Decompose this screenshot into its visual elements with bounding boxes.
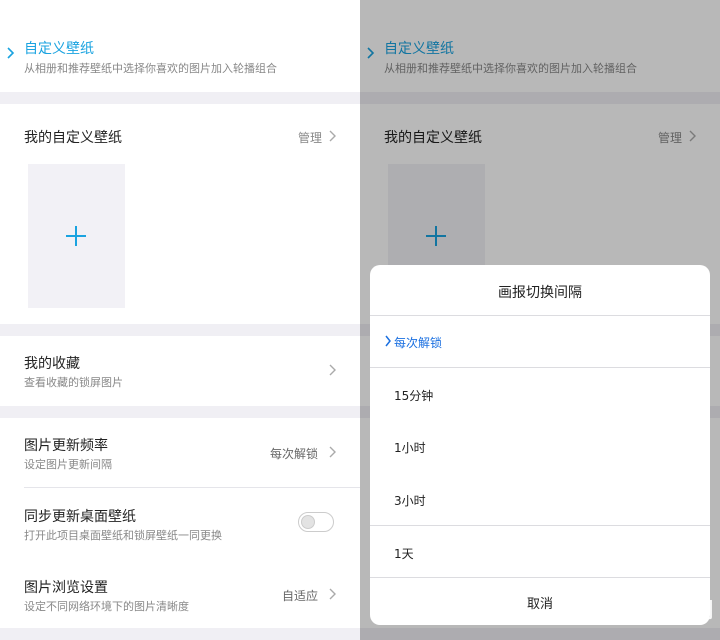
dialog-divider [370, 367, 710, 368]
update-frequency-value: 每次解锁 [269, 447, 318, 461]
dialog-divider [370, 315, 710, 316]
option-15-minutes[interactable]: 15分钟 [394, 387, 433, 404]
sync-desktop-toggle[interactable] [298, 512, 334, 532]
dialog-title: 画报切换间隔 [498, 285, 582, 301]
option-1-hour[interactable]: 1小时 [394, 439, 426, 456]
row-divider [24, 487, 360, 488]
browse-settings-subtitle: 设定不同网络环境下的图片清晰度 [24, 600, 189, 613]
my-wallpapers-title: 我的自定义壁纸 [24, 130, 122, 146]
update-frequency-subtitle: 设定图片更新间隔 [24, 458, 112, 471]
favorites-title: 我的收藏 [24, 356, 80, 372]
chevron-right-icon [7, 47, 15, 59]
custom-wallpaper-card[interactable]: 自定义壁纸 从相册和推荐壁纸中选择你喜欢的图片加入轮播组合 [0, 0, 360, 92]
add-wallpaper-tile[interactable] [28, 164, 125, 308]
sync-desktop-title: 同步更新桌面壁纸 [24, 509, 136, 525]
browse-settings-value: 自适应 [281, 589, 318, 603]
custom-wallpaper-subtitle: 从相册和推荐壁纸中选择你喜欢的图片加入轮播组合 [24, 62, 277, 75]
plus-icon [66, 226, 86, 246]
settings-panel-left: 自定义壁纸 从相册和推荐壁纸中选择你喜欢的图片加入轮播组合 我的自定义壁纸 管理… [0, 0, 360, 640]
chevron-right-icon [385, 335, 391, 347]
chevron-right-icon [329, 588, 336, 600]
favorites-row[interactable]: 我的收藏 查看收藏的锁屏图片 [0, 336, 360, 406]
chevron-right-icon [329, 130, 336, 142]
chevron-right-icon [329, 446, 336, 458]
interval-dialog: 画报切换间隔 每次解锁 15分钟 1小时 3小时 1天 取消 [370, 265, 710, 625]
option-every-unlock[interactable]: 每次解锁 [394, 334, 442, 351]
dialog-divider [370, 525, 710, 526]
sync-desktop-subtitle: 打开此项目桌面壁纸和锁屏壁纸一同更换 [24, 529, 222, 542]
custom-wallpaper-title: 自定义壁纸 [24, 41, 94, 57]
watermark-logo: 新浪众测 [630, 598, 714, 622]
dialog-divider [370, 577, 710, 578]
favorites-subtitle: 查看收藏的锁屏图片 [24, 376, 123, 389]
my-wallpapers-card: 我的自定义壁纸 管理 [0, 104, 360, 324]
browse-settings-title: 图片浏览设置 [24, 580, 108, 596]
option-1-day[interactable]: 1天 [394, 545, 414, 562]
update-frequency-title: 图片更新频率 [24, 438, 108, 454]
manage-button[interactable]: 管理 [298, 129, 322, 146]
option-3-hours[interactable]: 3小时 [394, 492, 426, 509]
toggle-knob [301, 515, 315, 529]
chevron-right-icon [329, 364, 336, 376]
